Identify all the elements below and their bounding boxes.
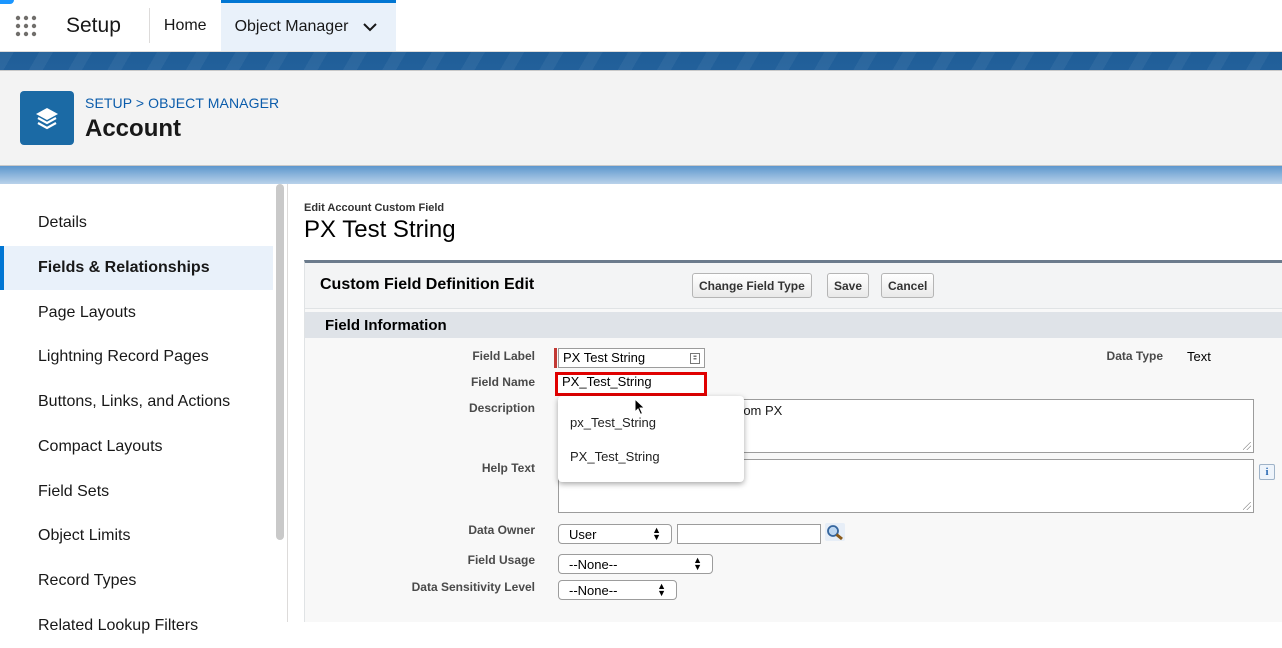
autocomplete-dropdown: px_Test_String PX_Test_String — [558, 396, 744, 482]
sidebar-scrollbar[interactable] — [276, 184, 284, 540]
info-icon[interactable]: i — [1259, 464, 1275, 480]
sidebar-item-label: Page Layouts — [38, 304, 136, 321]
cancel-button[interactable]: Cancel — [881, 273, 935, 298]
sidebar-item-label: Lightning Record Pages — [38, 348, 209, 365]
sidebar-item-label: Record Types — [38, 572, 137, 589]
object-header: SETUP > OBJECT MANAGER Account — [0, 70, 1282, 166]
resize-handle[interactable] — [1243, 442, 1251, 450]
sidebar-item-buttons-links-actions[interactable]: Buttons, Links, and Actions — [0, 380, 273, 424]
select-arrows-icon: ▲ ▼ — [652, 525, 661, 542]
data-type-value: Text — [1187, 349, 1211, 364]
layers-icon — [20, 91, 74, 145]
sidebar-item-label: Buttons, Links, and Actions — [38, 393, 231, 410]
sidebar-item-details[interactable]: Details — [0, 201, 273, 245]
field-name-label: Field Name — [470, 375, 535, 389]
data-owner-type-select[interactable]: User ▲ ▼ — [558, 524, 672, 544]
autocomplete-option[interactable]: px_Test_String — [570, 415, 656, 430]
select-arrows-icon: ▲ ▼ — [657, 581, 666, 598]
change-field-type-button[interactable]: Change Field Type — [692, 273, 812, 298]
page-title: Account — [85, 115, 181, 142]
field-label-value: PX Test String — [563, 350, 646, 365]
field-name-input[interactable]: PX_Test_String — [555, 372, 707, 396]
sidebar-item-fields-relationships[interactable]: Fields & Relationships — [0, 246, 273, 290]
sidebar-item-label: Related Lookup Filters — [38, 617, 199, 634]
breadcrumb[interactable]: SETUP > OBJECT MANAGER — [85, 95, 279, 111]
data-sensitivity-select[interactable]: --None-- ▲ ▼ — [558, 580, 677, 600]
chevron-down-icon[interactable] — [362, 19, 378, 35]
panel-header: Custom Field Definition Edit Change Fiel… — [305, 263, 1282, 309]
sidebar-item-field-sets[interactable]: Field Sets — [0, 470, 273, 514]
tab-home[interactable]: Home — [150, 0, 221, 51]
data-owner-type-value: User — [569, 526, 597, 542]
section-header: Field Information — [305, 312, 1282, 338]
sidebar-item-label: Field Sets — [38, 483, 110, 500]
object-sidebar: Details Fields & Relationships Page Layo… — [0, 184, 288, 634]
data-type-label: Data Type — [1106, 349, 1163, 363]
description-label: Description — [468, 401, 535, 415]
autocomplete-option[interactable]: PX_Test_String — [570, 449, 660, 464]
sidebar-item-page-layouts[interactable]: Page Layouts — [0, 291, 273, 335]
resize-handle[interactable] — [1243, 502, 1251, 510]
panel-title: Custom Field Definition Edit — [320, 276, 535, 293]
tab-home-label: Home — [163, 16, 207, 34]
save-button[interactable]: Save — [827, 273, 870, 298]
field-usage-value: --None-- — [569, 556, 618, 572]
help-text-label: Help Text — [481, 461, 535, 475]
sidebar-item-label: Details — [38, 214, 87, 231]
tab-object-manager-label: Object Manager — [234, 18, 349, 35]
page-subtitle: Edit Account Custom Field — [304, 202, 445, 214]
mouse-cursor-icon — [634, 398, 646, 416]
tab-object-manager[interactable]: Object Manager — [220, 0, 397, 51]
sidebar-item-label: Object Limits — [38, 527, 131, 544]
section-title: Field Information — [325, 317, 447, 334]
sidebar-item-label: Fields & Relationships — [38, 259, 210, 276]
sidebar-item-record-types[interactable]: Record Types — [0, 559, 273, 603]
sidebar-item-object-limits[interactable]: Object Limits — [0, 514, 273, 558]
custom-field-edit-panel: Custom Field Definition Edit Change Fiel… — [304, 260, 1282, 622]
required-indicator — [554, 348, 557, 368]
field-label-label: Field Label — [472, 349, 535, 363]
data-sensitivity-value: --None-- — [569, 582, 618, 598]
field-label-input[interactable]: PX Test String — [558, 348, 705, 368]
data-owner-input[interactable] — [677, 524, 821, 544]
data-owner-label: Data Owner — [468, 523, 535, 537]
global-nav: Setup Home Object Manager — [0, 0, 1282, 52]
sidebar-item-lightning-record-pages[interactable]: Lightning Record Pages — [0, 335, 273, 379]
data-sensitivity-label: Data Sensitivity Level — [411, 580, 535, 594]
sidebar-item-related-lookup-filters[interactable]: Related Lookup Filters — [0, 604, 273, 648]
sidebar-item-compact-layouts[interactable]: Compact Layouts — [0, 425, 273, 469]
app-name: Setup — [52, 8, 150, 43]
select-arrows-icon: ▲ ▼ — [693, 555, 702, 572]
field-usage-select[interactable]: --None-- ▲ ▼ — [558, 554, 713, 574]
field-usage-label: Field Usage — [467, 553, 535, 567]
field-title: PX Test String — [304, 216, 456, 243]
header-banner-bottom — [0, 166, 1282, 184]
field-options-icon[interactable] — [690, 352, 700, 364]
lookup-search-icon[interactable] — [825, 523, 845, 541]
sidebar-item-label: Compact Layouts — [38, 438, 163, 455]
description-value: rom PX — [739, 403, 783, 418]
app-launcher-icon[interactable] — [0, 0, 52, 51]
